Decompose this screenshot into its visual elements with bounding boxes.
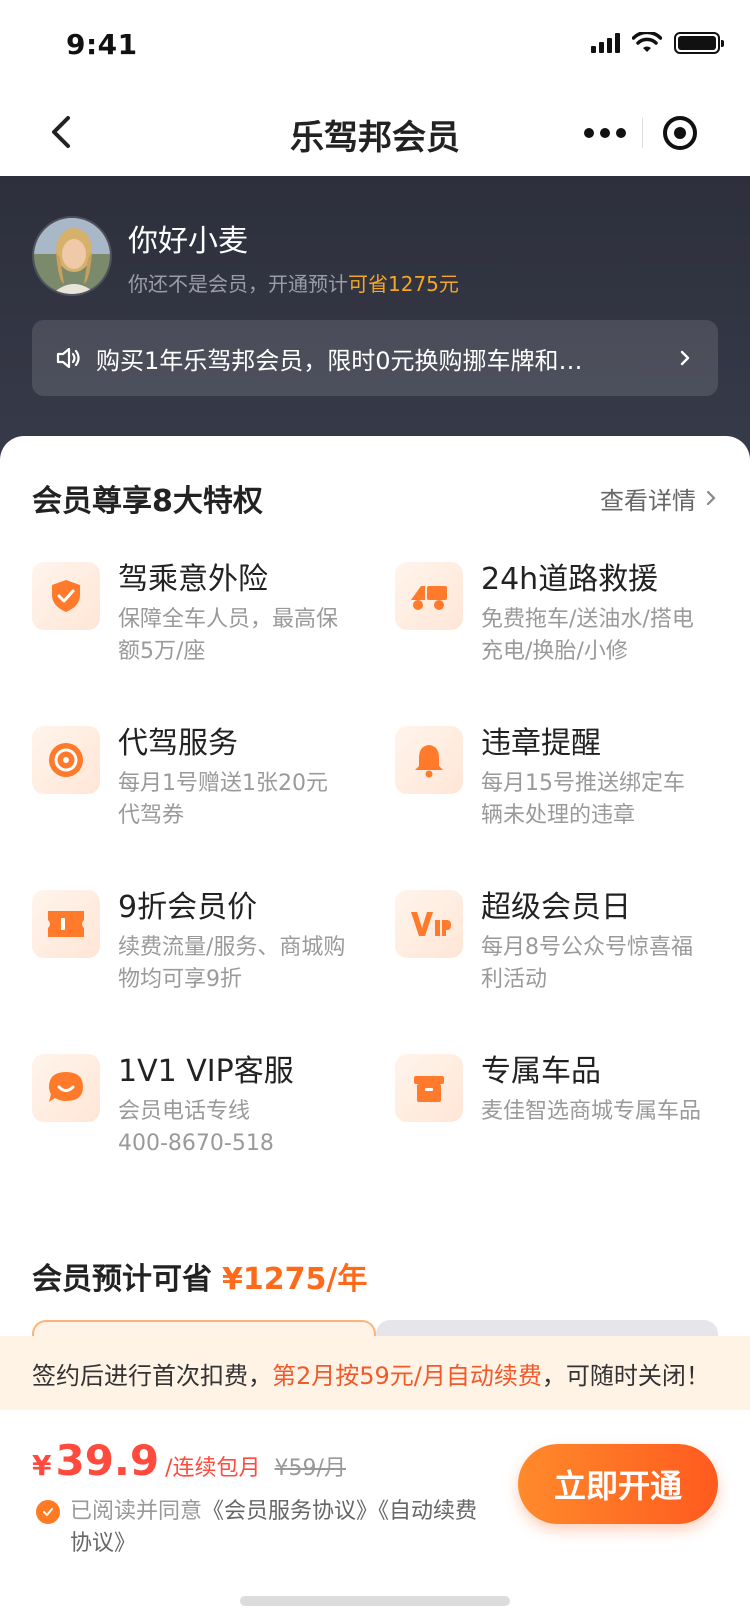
chat-bubble-icon [32, 1054, 100, 1122]
signal-icon [591, 33, 620, 53]
chevron-right-icon [706, 490, 716, 506]
privileges-grid: 驾乘意外险保障全车人员，最高保额5万/座 24h道路救援免费拖车/送油水/搭电充… [32, 562, 718, 1218]
wifi-icon [632, 32, 662, 52]
privilege-item[interactable]: 9折会员价续费流量/服务、商城购物均可享9折 [32, 890, 395, 1054]
price-row: ¥ 39.9 /连续包月 ¥59/月 [32, 1436, 346, 1485]
agreement: 已阅读并同意《会员服务协议》《自动续费协议》 [36, 1496, 486, 1560]
promo-notice-text: 购买1年乐驾邦会员，限时0元换购挪车牌和… [96, 346, 583, 375]
member-status: 你还不是会员，开通预计可省1275元 [128, 268, 459, 297]
privilege-desc: 每月1号赠送1张20元代驾券 [118, 771, 328, 828]
promo-notice[interactable]: 购买1年乐驾邦会员，限时0元换购挪车牌和… [32, 320, 718, 396]
privilege-desc: 每月8号公众号惊喜福利活动 [481, 935, 693, 992]
purchase-bar: ¥ 39.9 /连续包月 ¥59/月 已阅读并同意《会员服务协议》《自动续费协议… [0, 1410, 750, 1624]
user-greeting: 你好小麦 [128, 224, 248, 259]
member-status-text: 你还不是会员，开通预计 [128, 272, 348, 296]
privilege-title: 1V1 VIP客服 [118, 1054, 294, 1089]
nav-bar: 乐驾邦会员 [0, 88, 750, 176]
privilege-title: 9折会员价 [118, 890, 258, 925]
privilege-title: 专属车品 [481, 1054, 601, 1089]
ticket-icon [32, 890, 100, 958]
privilege-desc: 麦佳智选商城专属车品 [481, 1099, 702, 1124]
member-header: 你好小麦 你还不是会员，开通预计可省1275元 购买1年乐驾邦会员，限时0元换购… [0, 176, 750, 476]
more-icon[interactable] [568, 104, 642, 162]
price-value: 39.9 [55, 1436, 160, 1485]
renewal-tip-part3: ，可随时关闭！ [541, 1361, 710, 1390]
bell-icon [395, 726, 463, 794]
gift-box-icon [395, 1054, 463, 1122]
price-unit: /连续包月 [165, 1456, 261, 1481]
savings-summary: 会员预计可省 ¥1275/年 [32, 1254, 367, 1298]
privilege-title: 代驾服务 [118, 726, 238, 761]
privilege-desc: 续费流量/服务、商城购物均可享9折 [118, 935, 346, 992]
mini-program-capsule [568, 104, 718, 162]
privilege-desc: 免费拖车/送油水/搭电充电/换胎/小修 [481, 607, 694, 664]
savings-amount: ¥1275/年 [222, 1262, 368, 1297]
privilege-item[interactable]: 1V1 VIP客服会员电话专线 400-8670-518 [32, 1054, 395, 1218]
subscribe-button[interactable]: 立即开通 [518, 1444, 718, 1524]
view-details-label: 查看详情 [600, 486, 696, 515]
privilege-item[interactable]: 代驾服务每月1号赠送1张20元代驾券 [32, 726, 395, 890]
privilege-title: 驾乘意外险 [118, 562, 268, 597]
privileges-title: 会员尊享8大特权 [32, 484, 263, 519]
agreement-text: 已阅读并同意《会员服务协议》《自动续费协议》 [70, 1496, 486, 1560]
price-currency: ¥ [32, 1449, 52, 1482]
agree-checkbox[interactable] [36, 1500, 60, 1524]
avatar [32, 216, 112, 296]
status-icons [591, 32, 724, 54]
service-agreement-link[interactable]: 《会员服务协议》 [202, 1499, 378, 1524]
view-details-link[interactable]: 查看详情 [600, 481, 718, 516]
privilege-title: 超级会员日 [481, 890, 631, 925]
savings-highlight: 可省1275元 [348, 272, 459, 296]
renewal-tip-highlight: 第2月按59元/月自动续费 [272, 1361, 542, 1390]
original-price: ¥59/月 [274, 1456, 346, 1481]
agreement-prefix: 已阅读并同意 [70, 1499, 203, 1524]
chevron-right-icon [680, 350, 690, 366]
savings-label: 会员预计可省 [32, 1262, 212, 1297]
home-indicator [240, 1596, 510, 1606]
privilege-item[interactable]: 超级会员日每月8号公众号惊喜福利活动 [395, 890, 718, 1054]
tow-truck-icon [395, 562, 463, 630]
privilege-desc: 保障全车人员，最高保额5万/座 [118, 607, 339, 664]
steering-wheel-icon [32, 726, 100, 794]
status-time: 9:41 [66, 28, 138, 61]
vip-icon [395, 890, 463, 958]
privilege-item[interactable]: 专属车品麦佳智选商城专属车品 [395, 1054, 718, 1218]
renewal-tip: 签约后进行首次扣费， 第2月按59元/月自动续费 ，可随时关闭！ [0, 1336, 750, 1410]
close-icon[interactable] [643, 104, 717, 162]
renewal-tip-part1: 签约后进行首次扣费， [32, 1361, 272, 1390]
battery-icon [674, 32, 724, 54]
privilege-desc: 会员电话专线 400-8670-518 [118, 1099, 274, 1156]
privilege-item[interactable]: 驾乘意外险保障全车人员，最高保额5万/座 [32, 562, 395, 726]
privilege-item[interactable]: 24h道路救援免费拖车/送油水/搭电充电/换胎/小修 [395, 562, 718, 726]
status-bar: 9:41 [0, 0, 750, 88]
speaker-icon [56, 347, 80, 369]
privileges-header: 会员尊享8大特权 查看详情 [32, 476, 718, 520]
privileges-card: 会员尊享8大特权 查看详情 驾乘意外险保障全车人员，最高保额5万/座 24h道路… [0, 436, 750, 1340]
privilege-desc: 每月15号推送绑定车辆未处理的违章 [481, 771, 685, 828]
privilege-title: 24h道路救援 [481, 562, 659, 597]
privilege-title: 违章提醒 [481, 726, 601, 761]
privilege-item[interactable]: 违章提醒每月15号推送绑定车辆未处理的违章 [395, 726, 718, 890]
shield-check-icon [32, 562, 100, 630]
